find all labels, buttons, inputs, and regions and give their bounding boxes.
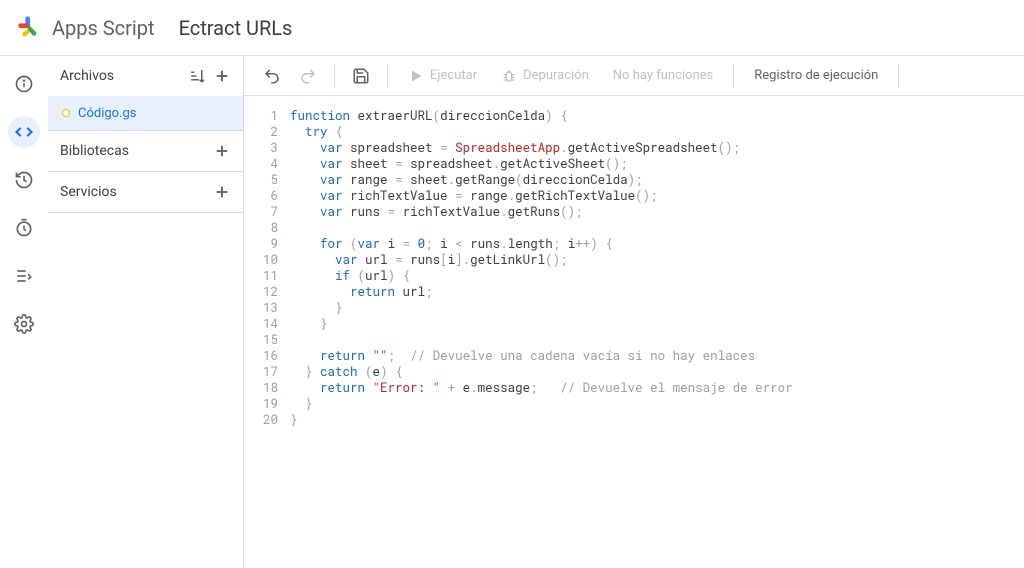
nav-history-icon[interactable] [8,164,40,196]
services-label: Servicios [60,184,117,200]
separator [387,64,388,88]
nav-settings-icon[interactable] [8,308,40,340]
code-content[interactable]: function extraerURL(direccionCelda) { tr… [290,108,1024,568]
nav-executions-icon[interactable] [8,260,40,292]
separator [334,64,335,88]
apps-script-logo-icon [16,14,44,42]
sidebar: Archivos Código.gs Bibliotecas Servi [48,56,244,568]
modified-dot-icon [62,109,70,117]
logo[interactable]: Apps Script [16,14,155,42]
separator [733,64,734,88]
log-label: Registro de ejecución [754,68,878,83]
undo-button[interactable] [256,60,288,92]
add-service-icon[interactable] [213,183,231,201]
add-library-icon[interactable] [213,142,231,160]
no-functions-label: No hay funciones [613,68,713,83]
play-icon [408,68,424,84]
execution-log-button[interactable]: Registro de ejecución [744,60,888,92]
app-name: Apps Script [52,16,155,40]
toolbar: Ejecutar Depuración No hay funciones Reg… [244,56,1024,96]
sidebar-files-header: Archivos [48,56,243,96]
sidebar-libraries-header: Bibliotecas [48,131,243,171]
nav-triggers-icon[interactable] [8,212,40,244]
line-gutter: 1234567891011121314151617181920 [244,108,290,568]
run-button: Ejecutar [398,60,487,92]
add-file-icon[interactable] [213,67,231,85]
sidebar-services-header: Servicios [48,172,243,212]
nav-rail [0,56,48,568]
bug-icon [501,68,517,84]
function-select: No hay funciones [603,60,723,92]
file-name: Código.gs [78,106,137,121]
libraries-label: Bibliotecas [60,143,129,159]
files-label: Archivos [60,68,114,84]
nav-info-icon[interactable] [8,68,40,100]
project-name[interactable]: Ectract URLs [179,16,293,40]
sort-icon[interactable] [189,67,207,85]
save-button[interactable] [345,60,377,92]
file-item-codigo[interactable]: Código.gs [48,96,243,130]
debug-button: Depuración [491,60,599,92]
main: Ejecutar Depuración No hay funciones Reg… [244,56,1024,568]
run-label: Ejecutar [430,68,477,83]
code-editor[interactable]: 1234567891011121314151617181920 function… [244,96,1024,568]
header: Apps Script Ectract URLs [0,0,1024,56]
nav-code-icon[interactable] [8,116,40,148]
redo-button[interactable] [292,60,324,92]
debug-label: Depuración [523,68,589,83]
separator [898,64,899,88]
